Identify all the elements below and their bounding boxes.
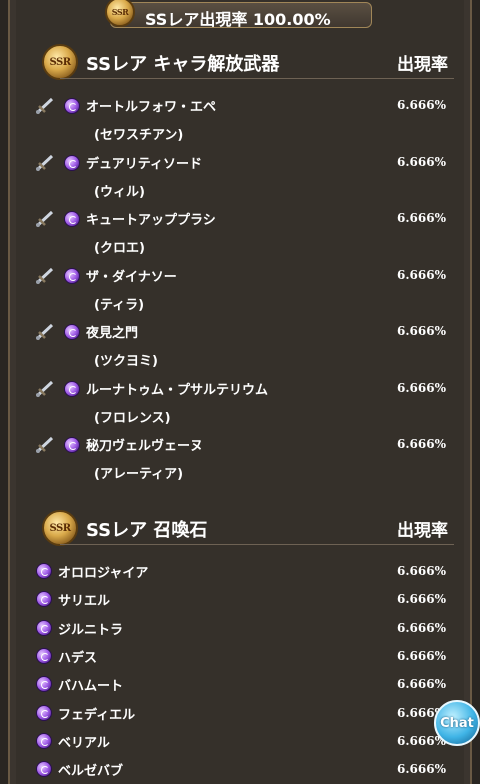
- weapon-row: デュアリティソード (ウィル) 6.666%: [30, 149, 450, 205]
- summon-name: ジルニトラ: [58, 622, 124, 638]
- summon-rate: 6.666%: [397, 648, 446, 663]
- ssr-rarity-orb-icon: [36, 647, 52, 664]
- summon-name: ハデス: [58, 650, 98, 666]
- weapon-row: ルーナトゥム・プサルテリウム (フロレンス) 6.666%: [30, 375, 450, 431]
- weapon-owner: (アレーティア): [94, 467, 184, 482]
- weapon-name: オートルフォワ・エペ: [86, 100, 217, 115]
- summon-row: ハデス 6.666%: [32, 643, 450, 671]
- chat-button[interactable]: Chat: [434, 700, 480, 746]
- summon-row: ジルニトラ 6.666%: [32, 615, 450, 643]
- summon-row: ベルゼバブ 6.666%: [32, 756, 450, 784]
- weapon-owner: (ツクヨミ): [94, 354, 158, 369]
- weapon-name: 秘刀ヴェルヴェーヌ: [86, 439, 204, 454]
- weapon-row: キュートアッププラシ (クロエ) 6.666%: [30, 205, 450, 261]
- summon-name: ベルゼバブ: [58, 764, 124, 780]
- weapons-section-header: SSR SSレア キャラ解放武器 出現率: [20, 44, 460, 80]
- summon-row: サリエル 6.666%: [32, 586, 450, 614]
- weapon-owner: (クロエ): [94, 241, 145, 256]
- weapon-name: キュートアッププラシ: [86, 213, 216, 228]
- weapon-name: 夜見之門: [86, 326, 139, 341]
- weapon-rate: 6.666%: [397, 437, 446, 451]
- weapon-rate: 6.666%: [397, 267, 446, 282]
- axe-icon: [34, 266, 56, 286]
- weapon-rate: 6.666%: [397, 380, 446, 395]
- summon-name: ベリアル: [58, 735, 110, 751]
- rate-total-banner: SSR SSレア出現率 100.00%: [105, 0, 372, 29]
- ssr-badge-icon: SSR: [105, 0, 135, 27]
- staff-icon: [34, 209, 56, 229]
- weapon-owner: (フロレンス): [94, 410, 171, 426]
- section-title: SSレア 召喚石: [86, 520, 208, 541]
- summon-row: ベリアル 6.666%: [32, 728, 450, 756]
- summon-name: バハムート: [58, 679, 124, 695]
- summon-rate: 6.666%: [397, 564, 446, 578]
- rate-total-label: SSレア出現率 100.00%: [145, 10, 331, 29]
- summon-row: フェディエル 6.666%: [32, 700, 450, 728]
- divider: [60, 78, 454, 79]
- weapon-name: ザ・ダイナソー: [86, 269, 177, 285]
- summon-name: フェディエル: [58, 707, 136, 723]
- weapon-owner: (セワスチアン): [94, 128, 184, 143]
- ssr-rarity-orb-icon: [64, 267, 80, 284]
- summon-rate: 6.666%: [397, 620, 446, 635]
- ssr-rarity-orb-icon: [36, 761, 52, 778]
- sword-icon: [34, 96, 56, 116]
- ssr-rarity-orb-icon: [36, 704, 52, 721]
- weapon-owner: (ティラ): [94, 297, 145, 313]
- rate-column-header: 出現率: [397, 521, 448, 541]
- weapon-name: ルーナトゥム・プサルテリウム: [86, 382, 269, 398]
- ssr-rarity-orb-icon: [64, 324, 80, 340]
- sword-icon: [34, 153, 56, 173]
- weapon-row: ザ・ダイナソー (ティラ) 6.666%: [30, 262, 450, 318]
- katana-icon: [34, 435, 56, 455]
- weapon-name: デュアリティソード: [86, 156, 202, 172]
- spear-icon: [34, 322, 56, 342]
- weapon-rate: 6.666%: [397, 324, 446, 338]
- summon-rate: 6.666%: [397, 762, 446, 777]
- ssr-badge-icon: SSR: [42, 44, 78, 80]
- summon-name: サリエル: [58, 594, 111, 610]
- summons-section-header: SSR SSレア 召喚石 出現率: [20, 510, 460, 546]
- ssr-rarity-orb-icon: [64, 154, 80, 171]
- weapon-rate: 6.666%: [397, 154, 446, 169]
- ssr-rarity-orb-icon: [36, 732, 52, 749]
- ssr-rarity-orb-icon: [36, 563, 52, 579]
- section-title: SSレア キャラ解放武器: [86, 54, 280, 75]
- summon-rate: 6.666%: [397, 592, 446, 607]
- summon-rate: 6.666%: [397, 677, 446, 692]
- summon-row: バハムート 6.666%: [32, 671, 450, 699]
- weapon-row: オートルフォワ・エペ (セワスチアン) 6.666%: [30, 92, 450, 148]
- ssr-rarity-orb-icon: [36, 676, 52, 693]
- ssr-rarity-orb-icon: [64, 98, 80, 114]
- weapon-rate: 6.666%: [397, 211, 446, 225]
- rate-column-header: 出現率: [397, 55, 448, 75]
- summon-row: オロロジャイア 6.666%: [32, 558, 450, 586]
- harp-icon: [34, 379, 56, 399]
- weapon-owner: (ウィル): [94, 184, 145, 200]
- ssr-rarity-orb-icon: [36, 591, 52, 608]
- weapon-row: 秘刀ヴェルヴェーヌ (アレーティア) 6.666%: [30, 431, 450, 487]
- summon-name: オロロジャイア: [58, 566, 149, 581]
- divider: [60, 544, 454, 545]
- chat-button-label: Chat: [440, 715, 474, 731]
- weapon-row: 夜見之門 (ツクヨミ) 6.666%: [30, 318, 450, 374]
- ssr-badge-icon: SSR: [42, 510, 78, 546]
- ssr-rarity-orb-icon: [64, 437, 80, 453]
- ssr-rarity-orb-icon: [64, 211, 80, 227]
- weapon-rate: 6.666%: [397, 98, 446, 112]
- ssr-rarity-orb-icon: [64, 380, 80, 397]
- ssr-rarity-orb-icon: [36, 619, 52, 636]
